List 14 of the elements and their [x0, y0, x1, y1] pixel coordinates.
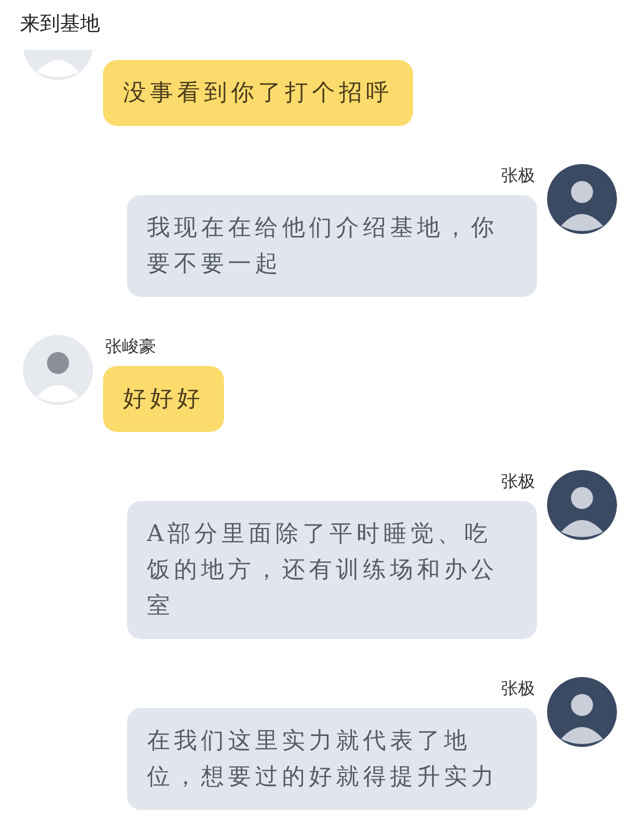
- sender-name: 张极: [500, 471, 536, 493]
- message-bubble: 好好好: [103, 366, 224, 432]
- message-bubble: A部分里面除了平时睡觉、吃饭的地方，还有训练场和办公室: [127, 501, 537, 639]
- message-bubble: 没事看到你了打个招呼: [103, 60, 413, 126]
- message-bubble: 我现在在给他们介绍基地，你要不要一起: [127, 195, 537, 297]
- sender-name: 张极: [500, 678, 536, 700]
- avatar: [23, 335, 93, 405]
- sender-name: 张峻豪: [104, 336, 157, 358]
- avatar: [547, 470, 617, 540]
- avatar: [547, 164, 617, 234]
- avatar: [547, 677, 617, 747]
- message-bubble: 在我们这里实力就代表了地位，想要过的好就得提升实力: [127, 708, 537, 810]
- sender-name: 张极: [500, 165, 536, 187]
- chat-title: 来到基地: [20, 11, 100, 35]
